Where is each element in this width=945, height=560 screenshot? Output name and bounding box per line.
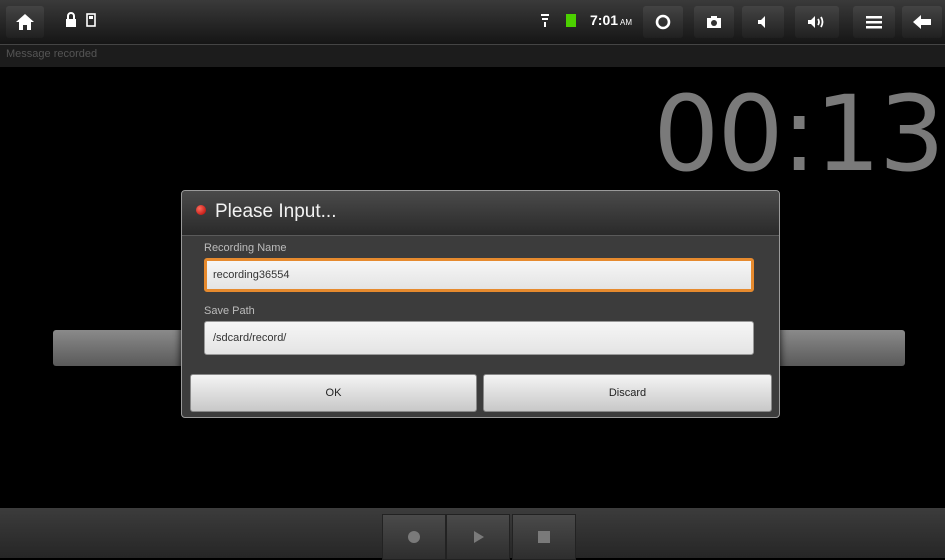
dialog-title: Please Input... xyxy=(215,201,337,222)
play-icon xyxy=(474,531,484,543)
dialog-header: Please Input... xyxy=(182,191,779,236)
usb-icon xyxy=(84,12,98,32)
recording-name-input[interactable]: recording36554 xyxy=(204,258,754,292)
volume-up-button[interactable] xyxy=(795,6,839,38)
battery-icon xyxy=(566,14,576,27)
back-icon xyxy=(913,15,931,29)
save-recording-dialog: Please Input... Recording Name recording… xyxy=(181,190,780,418)
recording-name-label: Recording Name xyxy=(204,242,287,254)
control-bar xyxy=(0,508,945,560)
save-path-input[interactable]: /sdcard/record/ xyxy=(204,321,754,355)
stop-icon xyxy=(538,531,550,543)
volume-down-icon xyxy=(758,16,765,28)
screenshot-button[interactable] xyxy=(694,6,734,38)
refresh-button[interactable] xyxy=(643,6,683,38)
discard-button[interactable]: Discard xyxy=(483,374,772,412)
home-icon xyxy=(16,14,34,30)
save-path-label: Save Path xyxy=(204,305,255,317)
signal-icon xyxy=(540,12,550,32)
stop-button[interactable] xyxy=(512,514,576,560)
volume-down-button[interactable] xyxy=(742,6,784,38)
refresh-icon xyxy=(655,14,671,30)
lock-icon xyxy=(64,12,78,32)
elapsed-timer: 00:13 xyxy=(653,73,945,195)
menu-icon xyxy=(866,16,882,29)
back-button[interactable] xyxy=(902,6,942,38)
play-button[interactable] xyxy=(446,514,510,560)
clock: 7:01 AM xyxy=(590,12,633,28)
camera-icon xyxy=(707,16,721,28)
record-icon xyxy=(408,531,420,543)
record-button[interactable] xyxy=(382,514,446,560)
volume-up-icon xyxy=(808,16,824,28)
home-button[interactable] xyxy=(6,6,44,38)
system-bar: 7:01 AM xyxy=(0,0,945,45)
app-title-bar: Message recorded xyxy=(0,45,945,67)
menu-button[interactable] xyxy=(853,6,895,38)
alert-dot-icon xyxy=(196,205,206,215)
ok-button[interactable]: OK xyxy=(190,374,477,412)
app-title: Message recorded xyxy=(6,48,98,60)
